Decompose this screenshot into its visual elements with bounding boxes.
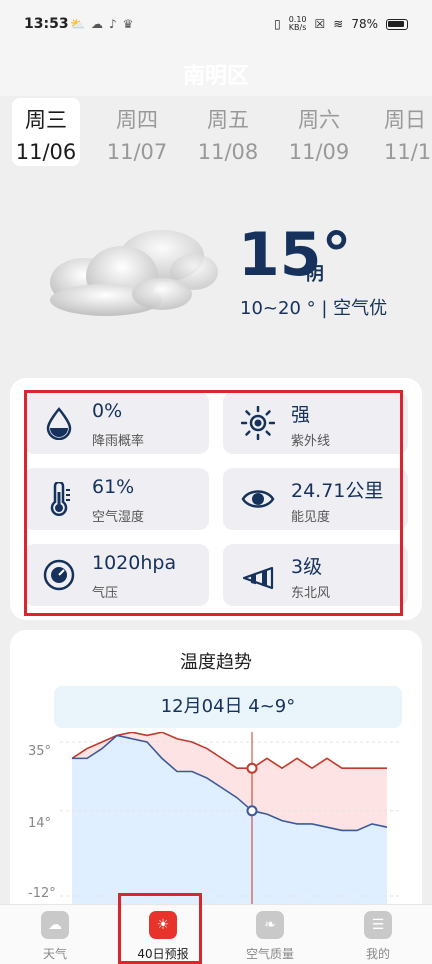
day-date: 11/06 [15, 140, 77, 164]
day-tab[interactable]: 周日 11/10 [376, 98, 432, 166]
highlight-box [118, 893, 202, 964]
temperature-range: 10~20 ° | 空气优 [240, 298, 388, 319]
bottom-nav: ☁ 天气 ☀ 40日预报 ❧ 空气质量 ☰ 我的 [0, 904, 432, 964]
trend-tooltip: 12月04日 4~9° [54, 686, 402, 728]
battery-icon [386, 18, 408, 30]
day-weekday: 周六 [298, 108, 340, 132]
nav-air-quality[interactable]: ❧ 空气质量 [225, 911, 315, 962]
day-date: 11/09 [288, 140, 350, 164]
day-weekday: 周日 [384, 108, 426, 132]
cloud-notif-icon: ☁ [90, 17, 103, 31]
y-tick-label: 35° [28, 744, 52, 759]
day-tab[interactable]: 周四 11/07 [103, 98, 171, 166]
nav-profile[interactable]: ☰ 我的 [333, 911, 423, 962]
date-strip: 周三 11/06 周四 11/07 周五 11/08 周六 11/09 周日 1… [0, 96, 432, 170]
y-tick-label: 14° [28, 816, 52, 831]
vibrate-icon: ▯ [274, 17, 281, 31]
trend-title: 温度趋势 [180, 652, 252, 673]
notification-icons: ⛅ ☁ ♪ ♛ [70, 17, 133, 31]
low-temp-marker [246, 805, 258, 817]
highlight-box [24, 390, 403, 616]
y-tick-label: -12° [28, 886, 56, 901]
net-speed-unit: KB/s [288, 23, 307, 32]
nav-label: 天气 [42, 947, 67, 961]
temperature-trend-card: 温度趋势 12月04日 4~9° 35° 14° -12° [10, 630, 422, 930]
nav-label: 我的 [365, 947, 390, 961]
cloudy-icon [50, 230, 218, 316]
day-tab[interactable]: 周三 11/06 [12, 98, 80, 166]
crown-notif-icon: ♛ [122, 17, 134, 31]
day-date: 11/10 [384, 140, 432, 164]
nav-weather[interactable]: ☁ 天气 [10, 911, 100, 962]
wifi-icon: ≋ [333, 17, 344, 31]
net-speed: 0.10 KB/s [289, 16, 307, 32]
status-right: ▯ 0.10 KB/s ☒ ≋ 78% [274, 16, 408, 32]
title-bar: 南明区 [0, 50, 432, 96]
day-date: 11/07 [106, 140, 168, 164]
page-title: 南明区 [182, 64, 249, 89]
profile-icon: ☰ [364, 911, 392, 939]
current-temperature: 15° [238, 220, 352, 290]
nav-label: 空气质量 [245, 947, 294, 961]
status-bar: 13:53 ⛅ ☁ ♪ ♛ ▯ 0.10 KB/s ☒ ≋ 78% [0, 0, 432, 50]
weather-notif-icon: ⛅ [70, 17, 85, 31]
status-time: 13:53 [24, 16, 69, 32]
high-temp-marker [246, 762, 258, 774]
battery-percent: 78% [351, 17, 378, 31]
tiktok-notif-icon: ♪ [108, 17, 117, 31]
day-weekday: 周五 [207, 108, 249, 132]
day-tab[interactable]: 周六 11/09 [285, 98, 353, 166]
temperature-trend-chart[interactable] [60, 732, 400, 910]
day-weekday: 周四 [116, 108, 158, 132]
day-date: 11/08 [197, 140, 259, 164]
sim-off-icon: ☒ [314, 17, 326, 31]
cloud-icon: ☁ [41, 911, 69, 939]
current-condition: 阴 [306, 264, 324, 285]
leaf-icon: ❧ [256, 911, 284, 939]
day-tab[interactable]: 周五 11/08 [194, 98, 262, 166]
day-weekday: 周三 [25, 108, 67, 132]
